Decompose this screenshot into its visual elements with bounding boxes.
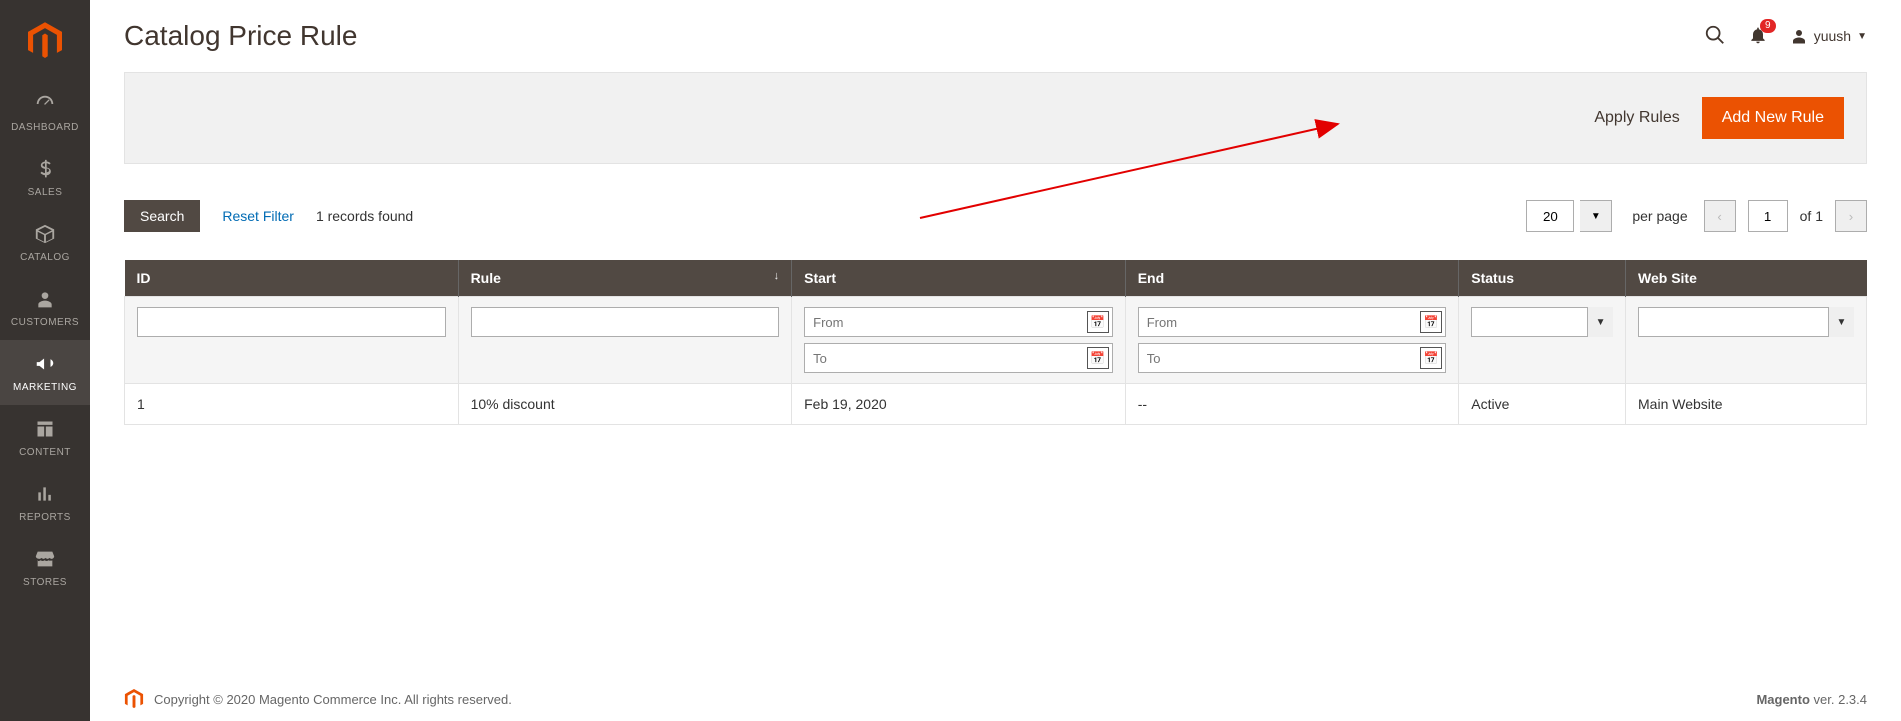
- per-page: ▼ per page: [1526, 200, 1687, 232]
- copyright-text: Copyright © 2020 Magento Commerce Inc. A…: [154, 692, 512, 707]
- nav-catalog[interactable]: CATALOG: [0, 210, 90, 275]
- cell-end: --: [1125, 384, 1459, 425]
- nav-label: STORES: [23, 577, 67, 588]
- per-page-input[interactable]: [1526, 200, 1574, 232]
- nav-customers[interactable]: CUSTOMERS: [0, 275, 90, 340]
- person-icon: [33, 287, 57, 311]
- sort-arrow-icon: ↓: [774, 270, 780, 282]
- nav-content[interactable]: CONTENT: [0, 405, 90, 470]
- search-icon[interactable]: [1704, 24, 1726, 49]
- records-found: 1 records found: [316, 208, 413, 224]
- table-row[interactable]: 1 10% discount Feb 19, 2020 -- Active Ma…: [125, 384, 1867, 425]
- nav-label: CUSTOMERS: [11, 317, 79, 328]
- pager: ‹ of 1 ›: [1704, 200, 1867, 232]
- nav-marketing[interactable]: MARKETING: [0, 340, 90, 405]
- filter-start-to[interactable]: [804, 343, 1113, 373]
- rules-table: ID Rule ↓ Start End Status Web Site 📅 📅: [124, 260, 1867, 425]
- filter-status-select[interactable]: [1471, 307, 1613, 337]
- search-button[interactable]: Search: [124, 200, 200, 232]
- header-controls: 9 yuush ▼: [1704, 24, 1867, 49]
- calendar-icon[interactable]: 📅: [1420, 347, 1442, 369]
- notification-badge: 9: [1760, 19, 1776, 33]
- user-icon: [1790, 27, 1808, 45]
- nav-label: CONTENT: [19, 447, 71, 458]
- megaphone-icon: [33, 352, 57, 376]
- chevron-down-icon: ▼: [1591, 211, 1601, 222]
- main-content: Catalog Price Rule 9 yuush ▼ Apply Rules…: [90, 0, 1901, 721]
- cell-id: 1: [125, 384, 459, 425]
- nav-label: MARKETING: [13, 382, 77, 393]
- reset-filter-link[interactable]: Reset Filter: [222, 208, 294, 224]
- col-end[interactable]: End: [1125, 260, 1459, 297]
- nav-label: SALES: [28, 187, 63, 198]
- page-of-label: of 1: [1800, 208, 1823, 224]
- col-label: End: [1138, 270, 1164, 286]
- add-new-rule-button[interactable]: Add New Rule: [1702, 97, 1844, 139]
- apply-rules-button[interactable]: Apply Rules: [1594, 109, 1679, 127]
- nav-label: DASHBOARD: [11, 122, 79, 133]
- user-menu[interactable]: yuush ▼: [1790, 27, 1867, 45]
- col-label: Start: [804, 270, 836, 286]
- calendar-icon[interactable]: 📅: [1087, 347, 1109, 369]
- chevron-left-icon: ‹: [1717, 209, 1721, 224]
- filter-id-input[interactable]: [137, 307, 446, 337]
- nav-sales[interactable]: SALES: [0, 145, 90, 210]
- filter-end-to[interactable]: [1138, 343, 1447, 373]
- nav-dashboard[interactable]: DASHBOARD: [0, 80, 90, 145]
- prev-page-button[interactable]: ‹: [1704, 200, 1736, 232]
- filter-end-from[interactable]: [1138, 307, 1447, 337]
- store-icon: [33, 547, 57, 571]
- chevron-down-icon: ▼: [1857, 31, 1867, 42]
- nav-label: REPORTS: [19, 512, 71, 523]
- bar-chart-icon: [33, 482, 57, 506]
- col-website[interactable]: Web Site: [1626, 260, 1867, 297]
- calendar-icon[interactable]: 📅: [1087, 311, 1109, 333]
- magento-logo[interactable]: [0, 12, 90, 80]
- col-label: ID: [137, 270, 151, 286]
- col-status[interactable]: Status: [1459, 260, 1626, 297]
- chevron-right-icon: ›: [1849, 209, 1853, 224]
- col-label: Web Site: [1638, 270, 1697, 286]
- filter-rule-input[interactable]: [471, 307, 780, 337]
- dashboard-icon: [33, 92, 57, 116]
- actions-bar: Apply Rules Add New Rule: [124, 72, 1867, 164]
- user-name: yuush: [1814, 28, 1851, 44]
- cell-rule: 10% discount: [458, 384, 792, 425]
- footer: Copyright © 2020 Magento Commerce Inc. A…: [124, 666, 1867, 721]
- layout-icon: [33, 417, 57, 441]
- col-label: Rule: [471, 270, 501, 286]
- nav-stores[interactable]: STORES: [0, 535, 90, 600]
- next-page-button[interactable]: ›: [1835, 200, 1867, 232]
- per-page-label: per page: [1632, 208, 1687, 224]
- col-label: Status: [1471, 270, 1514, 286]
- toolbar-left: Search Reset Filter 1 records found: [124, 200, 413, 232]
- cell-status: Active: [1459, 384, 1626, 425]
- page-title: Catalog Price Rule: [124, 20, 357, 52]
- version-text: Magento ver. 2.3.4: [1756, 692, 1867, 707]
- page-input[interactable]: [1748, 200, 1788, 232]
- cell-website: Main Website: [1626, 384, 1867, 425]
- col-rule[interactable]: Rule ↓: [458, 260, 792, 297]
- main-header: Catalog Price Rule 9 yuush ▼: [124, 20, 1867, 52]
- notifications-button[interactable]: 9: [1748, 25, 1768, 48]
- cube-icon: [33, 222, 57, 246]
- filter-start-from[interactable]: [804, 307, 1113, 337]
- nav-reports[interactable]: REPORTS: [0, 470, 90, 535]
- sidebar: DASHBOARD SALES CATALOG CUSTOMERS MARKET: [0, 0, 90, 721]
- toolbar-right: ▼ per page ‹ of 1 ›: [1526, 200, 1867, 232]
- calendar-icon[interactable]: 📅: [1420, 311, 1442, 333]
- col-start[interactable]: Start: [792, 260, 1126, 297]
- filter-website-select[interactable]: [1638, 307, 1854, 337]
- grid-toolbar: Search Reset Filter 1 records found ▼ pe…: [124, 200, 1867, 232]
- dollar-icon: [33, 157, 57, 181]
- magento-logo-small: [124, 689, 144, 709]
- filter-row: 📅 📅 📅 📅 ▼: [125, 297, 1867, 384]
- version-number: ver. 2.3.4: [1810, 692, 1867, 707]
- cell-start: Feb 19, 2020: [792, 384, 1126, 425]
- version-brand: Magento: [1756, 692, 1809, 707]
- per-page-dropdown[interactable]: ▼: [1580, 200, 1612, 232]
- nav-label: CATALOG: [20, 252, 70, 263]
- col-id[interactable]: ID: [125, 260, 459, 297]
